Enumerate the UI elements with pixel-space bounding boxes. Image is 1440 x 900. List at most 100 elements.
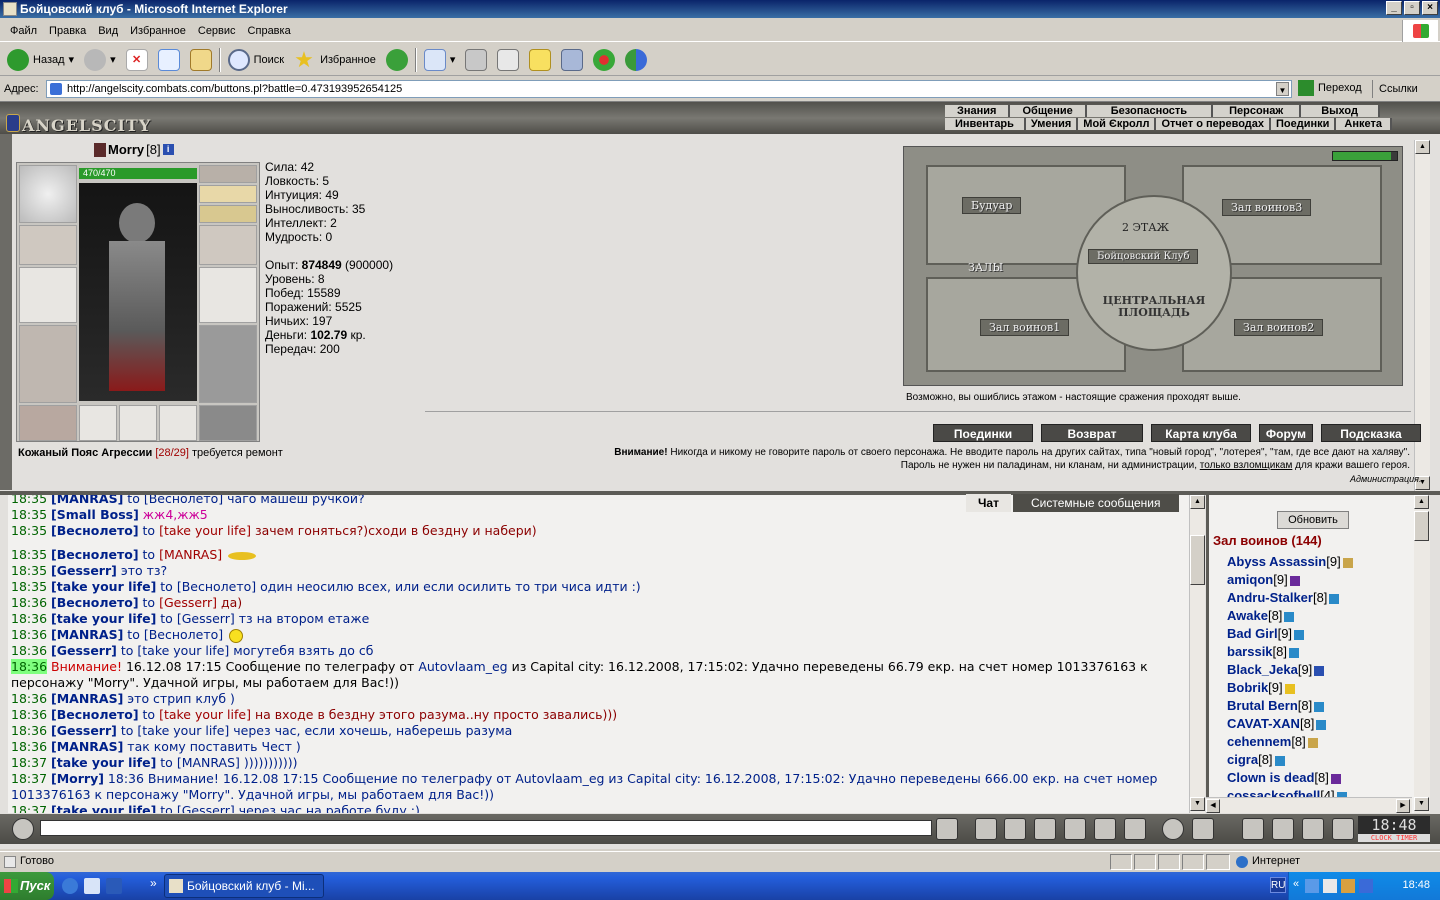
chat-target[interactable]: [take your life] bbox=[159, 523, 251, 538]
nav-communication[interactable]: Общение bbox=[1010, 105, 1087, 117]
nav-fights[interactable]: Поединки bbox=[1271, 118, 1337, 130]
address-dropdown-button[interactable]: ▼ bbox=[1276, 82, 1289, 96]
nav-transfer-report[interactable]: Отчет о переводах bbox=[1156, 118, 1271, 130]
chat-nick[interactable]: [take your life] bbox=[51, 803, 156, 813]
player-item[interactable]: Bad Girl[9] bbox=[1227, 625, 1353, 643]
minimize-button[interactable]: _ bbox=[1386, 1, 1402, 15]
messenger-button[interactable] bbox=[622, 46, 650, 74]
rings-slot[interactable] bbox=[199, 205, 257, 223]
chat-nick[interactable]: [Веснолето] bbox=[51, 595, 139, 610]
menu-file[interactable]: Файл bbox=[4, 25, 43, 37]
chat-settings-icon[interactable] bbox=[12, 818, 34, 840]
menu-tools[interactable]: Сервис bbox=[192, 25, 242, 37]
chat-target[interactable]: [take your life] bbox=[159, 707, 251, 722]
chat-target[interactable]: [Веснолето] bbox=[177, 579, 256, 594]
refresh-button[interactable] bbox=[155, 46, 183, 74]
chat-input[interactable] bbox=[40, 820, 932, 836]
scroll-slot-1[interactable] bbox=[79, 405, 117, 441]
icq-button[interactable] bbox=[590, 46, 618, 74]
nav-knowledge[interactable]: Знания bbox=[945, 105, 1011, 117]
map-halls-label[interactable]: ЗАЛЫ bbox=[968, 261, 1003, 274]
chat-nick[interactable]: [Веснолето] bbox=[51, 547, 139, 562]
player-item[interactable]: Awake[8] bbox=[1227, 607, 1353, 625]
forum-button[interactable]: Форум bbox=[1259, 424, 1313, 442]
bag-icon[interactable] bbox=[1242, 818, 1264, 840]
hint-button[interactable]: Подсказка bbox=[1321, 424, 1421, 442]
chat-nick[interactable]: [MANRAS] bbox=[51, 495, 123, 506]
earrings-slot[interactable] bbox=[199, 165, 257, 183]
mail-button[interactable]: ▾ bbox=[421, 46, 459, 74]
fights-button[interactable]: Поединки bbox=[933, 424, 1033, 442]
word-quicklaunch-icon[interactable] bbox=[106, 878, 122, 894]
chat-target[interactable]: [Gesserr] bbox=[177, 611, 235, 626]
armor-slot[interactable] bbox=[19, 325, 77, 403]
scroll-slot-2[interactable] bbox=[119, 405, 157, 441]
menu-edit[interactable]: Правка bbox=[43, 25, 92, 37]
edit-button[interactable] bbox=[494, 46, 522, 74]
research-button[interactable] bbox=[558, 46, 586, 74]
links-button[interactable]: Ссылки bbox=[1372, 80, 1418, 98]
friends-icon[interactable] bbox=[1272, 818, 1294, 840]
player-item[interactable]: amiqon[9] bbox=[1227, 571, 1353, 589]
nav-character[interactable]: Персонаж bbox=[1213, 105, 1302, 117]
save-icon[interactable] bbox=[1034, 818, 1056, 840]
chat-mode-icon[interactable] bbox=[1192, 818, 1214, 840]
sound-icon[interactable] bbox=[1124, 818, 1146, 840]
chat-scrollbar[interactable]: ▲ ▼ bbox=[1189, 495, 1205, 813]
volume-icon[interactable] bbox=[1341, 879, 1355, 893]
weapon-right-slot[interactable] bbox=[199, 267, 257, 323]
chat-nick[interactable]: [take your life] bbox=[51, 611, 156, 626]
nav-exit[interactable]: Выход bbox=[1301, 105, 1380, 117]
player-item[interactable]: barssik[8] bbox=[1227, 643, 1353, 661]
chat-target[interactable]: [Веснолето] bbox=[144, 627, 223, 642]
helmet-slot[interactable] bbox=[19, 165, 77, 223]
eraser-icon[interactable] bbox=[975, 818, 997, 840]
print-button[interactable] bbox=[462, 46, 490, 74]
chat-target[interactable]: [MANRAS] bbox=[177, 755, 240, 770]
send-button[interactable] bbox=[936, 818, 958, 840]
menu-help[interactable]: Справка bbox=[242, 25, 297, 37]
nav-skills[interactable]: Умения bbox=[1025, 118, 1079, 130]
chat-target[interactable]: [take your life] bbox=[137, 643, 229, 658]
chat-nick[interactable]: [MANRAS] bbox=[51, 691, 123, 706]
map-hall1-label[interactable]: Зал воинов1 bbox=[980, 319, 1070, 336]
chat-nick[interactable]: [MANRAS] bbox=[51, 739, 123, 754]
player-item[interactable]: Brutal Bern[8] bbox=[1227, 697, 1353, 715]
taskbar-ie-item[interactable]: Бойцовский клуб - Mi... bbox=[164, 874, 324, 898]
chat-target[interactable]: [MANRAS] bbox=[159, 547, 222, 562]
gloves-slot[interactable] bbox=[199, 225, 257, 265]
scroll-slot-3[interactable] bbox=[159, 405, 197, 441]
home-button[interactable] bbox=[187, 46, 215, 74]
online-scrollbar[interactable]: ▲ ▼ bbox=[1414, 495, 1430, 813]
chat-target[interactable]: [Gesserr] bbox=[177, 803, 235, 813]
chat-target[interactable]: [take your life] bbox=[137, 723, 229, 738]
ie-quicklaunch-icon[interactable] bbox=[62, 878, 78, 894]
club-map-button[interactable]: Карта клуба bbox=[1151, 424, 1251, 442]
player-item[interactable]: cehennem[8] bbox=[1227, 733, 1353, 751]
nav-my-scroll[interactable]: Мой Єкролл bbox=[1078, 118, 1157, 130]
go-button[interactable]: Переход bbox=[1298, 80, 1362, 96]
stop-button[interactable]: ✕ bbox=[123, 46, 151, 74]
start-button[interactable]: Пуск bbox=[0, 872, 54, 900]
map-hall2-label[interactable]: Зал воинов2 bbox=[1234, 319, 1324, 336]
tab-chat[interactable]: Чат bbox=[966, 494, 1011, 512]
close-button[interactable]: × bbox=[1422, 1, 1438, 15]
player-item[interactable]: CAVAT-XAN[8] bbox=[1227, 715, 1353, 733]
info-icon[interactable]: i bbox=[162, 144, 174, 155]
central-square[interactable] bbox=[1076, 195, 1232, 351]
address-input[interactable]: http://angelscity.combats.com/buttons.pl… bbox=[46, 80, 1292, 98]
player-item[interactable]: Black_Jeka[9] bbox=[1227, 661, 1353, 679]
chat-nick[interactable]: [Gesserr] bbox=[51, 723, 117, 738]
desktop-quicklaunch-icon[interactable] bbox=[84, 878, 100, 894]
chat-nick[interactable]: [Gesserr] bbox=[51, 563, 117, 578]
player-item[interactable]: Clown is dead[8] bbox=[1227, 769, 1353, 787]
menu-favorites[interactable]: Избранное bbox=[124, 25, 192, 37]
weapon-left-slot[interactable] bbox=[19, 267, 77, 323]
translit-icon[interactable] bbox=[1094, 818, 1116, 840]
chat-target[interactable]: [Gesserr] bbox=[159, 595, 217, 610]
favorites-button[interactable]: ★ Избранное bbox=[291, 46, 379, 74]
player-item[interactable]: Andru-Stalker[8] bbox=[1227, 589, 1353, 607]
chat-target[interactable]: [Веснолето] bbox=[144, 495, 223, 506]
smiley-icon[interactable] bbox=[1162, 818, 1184, 840]
refresh-button[interactable]: Обновить bbox=[1277, 511, 1349, 529]
